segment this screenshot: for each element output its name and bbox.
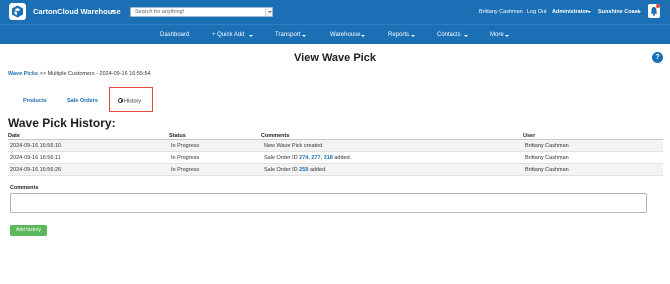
chevron-down-icon[interactable] bbox=[361, 35, 365, 37]
breadcrumb-wave-picks-link[interactable]: Wave Picks bbox=[8, 71, 38, 77]
row-user: Brittany Cashman bbox=[525, 167, 569, 173]
notification-badge bbox=[656, 4, 660, 8]
chevron-down-icon[interactable] bbox=[411, 35, 415, 37]
chevron-down-icon[interactable] bbox=[505, 35, 509, 37]
page-title: View Wave Pick bbox=[294, 52, 376, 64]
chevron-down-icon[interactable] bbox=[464, 35, 468, 37]
warehouse-selector[interactable]: Sunshine Coast bbox=[598, 9, 640, 15]
comment-suffix: added. bbox=[309, 167, 327, 173]
search-dropdown-icon[interactable] bbox=[265, 8, 272, 16]
nav-contacts[interactable]: Contacts bbox=[437, 32, 461, 38]
chevron-down-icon[interactable] bbox=[637, 11, 641, 13]
comment-suffix: added. bbox=[334, 155, 352, 161]
tab-sale-orders[interactable]: Sale Orders bbox=[67, 98, 98, 104]
nav-transport[interactable]: Transport bbox=[275, 32, 300, 38]
row-date: 2024-09-16 16:56:11 bbox=[10, 155, 61, 161]
tab-history-label: History bbox=[124, 98, 142, 105]
nav-reports[interactable]: Reports bbox=[388, 32, 409, 38]
sale-order-link[interactable]: 274 bbox=[299, 155, 308, 161]
table-row: 2024-09-16 16:56:26 In Progress Sale Ord… bbox=[8, 164, 663, 176]
comment-prefix: Sale Order ID bbox=[264, 155, 298, 161]
help-icon[interactable]: ? bbox=[652, 52, 663, 63]
table-row: 2024-09-16 16:56:11 In Progress Sale Ord… bbox=[8, 152, 663, 164]
row-date: 2024-09-16 16:56:10 bbox=[10, 143, 62, 149]
brand-name[interactable]: CartonCloud Warehouse bbox=[33, 7, 121, 16]
row-user: Brittany Cashman bbox=[525, 143, 569, 149]
nav-quick-add[interactable]: + Quick Add bbox=[212, 32, 245, 38]
chevron-down-icon[interactable] bbox=[302, 35, 306, 37]
nav-more[interactable]: More bbox=[490, 32, 504, 38]
comments-textarea[interactable] bbox=[10, 193, 647, 213]
sale-order-link[interactable]: 259 bbox=[299, 167, 308, 173]
row-comment: Sale Order ID 274, 277, 318 added. bbox=[264, 155, 352, 161]
breadcrumb: Wave Picks >> Multiple Customers - 2024-… bbox=[8, 71, 151, 77]
chevron-down-icon[interactable] bbox=[111, 10, 115, 13]
comments-label: Comments bbox=[10, 185, 39, 191]
row-status: In Progress bbox=[171, 143, 200, 149]
sale-order-link[interactable]: 277 bbox=[311, 155, 320, 161]
user-name[interactable]: Brittany Cashman bbox=[479, 9, 523, 15]
row-status: In Progress bbox=[171, 167, 200, 173]
breadcrumb-separator: >> bbox=[39, 71, 47, 77]
comment-prefix: Sale Order ID bbox=[264, 167, 298, 173]
breadcrumb-current: Multiple Customers - 2024-09-16 16:55:54 bbox=[47, 71, 151, 77]
add-history-button[interactable]: Add history bbox=[10, 225, 47, 236]
nav-dashboard[interactable]: Dashboard bbox=[160, 32, 189, 38]
chevron-down-icon[interactable] bbox=[249, 35, 253, 37]
tab-history[interactable]: History bbox=[118, 98, 141, 105]
tab-products[interactable]: Products bbox=[23, 98, 47, 104]
cartoncloud-logo-icon[interactable] bbox=[9, 3, 26, 20]
nav-warehouse[interactable]: Warehouse bbox=[330, 32, 360, 38]
row-date: 2024-09-16 16:56:26 bbox=[10, 167, 62, 173]
table-row: 2024-09-16 16:56:10 In Progress New Wave… bbox=[8, 140, 663, 152]
chevron-down-icon[interactable] bbox=[587, 11, 591, 13]
row-status: In Progress bbox=[171, 155, 200, 161]
row-comment: Sale Order ID 259 added. bbox=[264, 167, 327, 173]
sale-order-link[interactable]: 318 bbox=[324, 155, 333, 161]
clock-icon bbox=[118, 98, 123, 103]
row-user: Brittany Cashman bbox=[525, 155, 569, 161]
logout-link[interactable]: Log Out bbox=[527, 9, 547, 15]
search-input[interactable]: Search for anything! bbox=[130, 7, 273, 17]
history-title: Wave Pick History: bbox=[8, 116, 116, 130]
role-menu[interactable]: Administrator bbox=[552, 9, 588, 15]
row-comment: New Wave Pick created. bbox=[264, 143, 324, 149]
